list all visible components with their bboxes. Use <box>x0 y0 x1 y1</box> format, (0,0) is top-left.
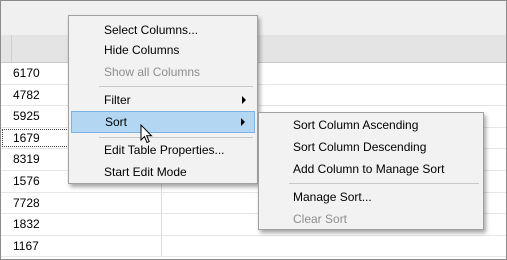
menu-item-start-edit-mode[interactable]: Start Edit Mode <box>71 161 255 183</box>
submenu-arrow-icon <box>242 96 246 104</box>
table-cell[interactable]: 7728 <box>1 192 162 214</box>
menu-item-select-columns[interactable]: Select Columns... <box>71 19 255 41</box>
table-row[interactable]: 1167 <box>1 235 506 258</box>
menu-item-manage-sort[interactable]: Manage Sort... <box>261 186 481 208</box>
column-context-menu: Select Columns... Hide Columns Show all … <box>68 15 258 184</box>
menu-item-sort-descending[interactable]: Sort Column Descending <box>261 136 481 158</box>
menu-item-add-column-to-manage-sort[interactable]: Add Column to Manage Sort <box>261 158 481 180</box>
table-cell[interactable]: 1167 <box>1 235 162 257</box>
menu-item-clear-sort[interactable]: Clear Sort <box>261 208 481 230</box>
menu-separator <box>99 86 253 87</box>
menu-item-sort[interactable]: Sort <box>71 111 255 133</box>
menu-item-filter[interactable]: Filter <box>71 89 255 111</box>
menu-item-edit-table-properties[interactable]: Edit Table Properties... <box>71 139 255 161</box>
menu-item-label: Filter <box>104 93 131 107</box>
menu-item-hide-columns[interactable]: Hide Columns <box>71 39 255 61</box>
sort-submenu: Sort Column Ascending Sort Column Descen… <box>258 112 484 230</box>
menu-item-label: Sort <box>105 115 128 129</box>
menu-item-show-all-columns[interactable]: Show all Columns <box>71 61 255 83</box>
table-cell[interactable]: 1832 <box>1 214 162 235</box>
menu-separator <box>289 183 479 184</box>
menu-separator <box>99 137 253 138</box>
mouse-pointer-icon <box>140 124 153 144</box>
column-header-divider <box>11 35 12 63</box>
menu-item-sort-ascending[interactable]: Sort Column Ascending <box>261 114 481 136</box>
submenu-arrow-icon <box>241 118 245 126</box>
